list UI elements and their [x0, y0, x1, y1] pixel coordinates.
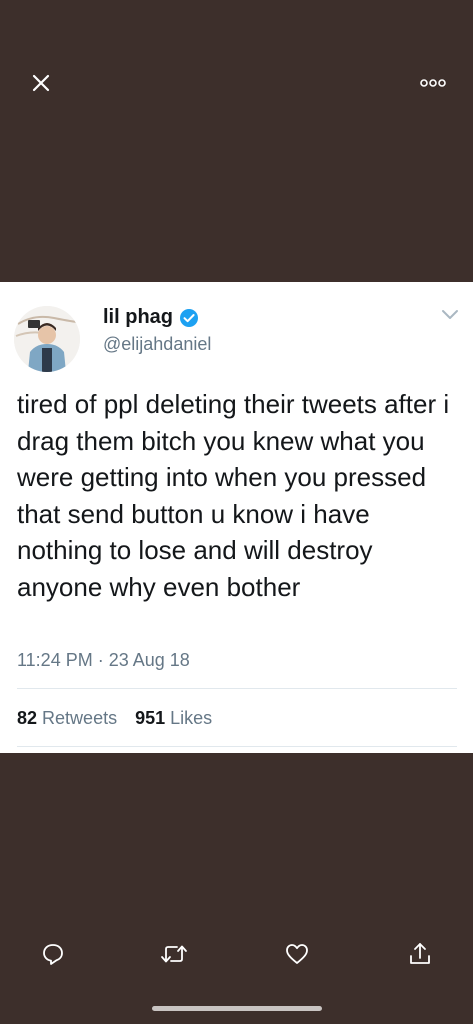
share-button[interactable] — [402, 936, 438, 972]
divider — [17, 688, 457, 689]
tweet-text: tired of ppl deleting their tweets after… — [17, 389, 450, 602]
share-icon — [410, 943, 430, 964]
tweet-options-button[interactable] — [440, 306, 460, 322]
heart-icon — [286, 944, 308, 964]
reply-icon — [43, 944, 63, 965]
action-bar — [0, 936, 473, 972]
chevron-down-icon — [442, 310, 458, 319]
tweet-timestamp: 11:24 PM · 23 Aug 18 — [17, 650, 190, 670]
close-icon — [32, 74, 50, 92]
divider — [17, 746, 457, 747]
user-handle[interactable]: @elijahdaniel — [103, 334, 211, 355]
like-count: 951 — [135, 708, 166, 728]
more-options-icon — [420, 79, 446, 87]
display-name[interactable]: lil phag — [103, 306, 199, 329]
avatar-photo — [14, 306, 80, 372]
tweet-card: lil phag @elijahdaniel tired of ppl dele… — [0, 282, 473, 753]
retweet-count: 82 — [17, 708, 38, 728]
home-indicator[interactable] — [152, 1006, 322, 1011]
engagement-stats: 82 Retweets 951 Likes — [17, 708, 212, 729]
retweet-label: Retweets — [42, 708, 118, 728]
likes-stat[interactable]: 951 Likes — [135, 708, 212, 729]
retweet-icon — [161, 945, 187, 963]
retweets-stat[interactable]: 82 Retweets — [17, 708, 117, 729]
top-bar — [0, 0, 473, 120]
close-button[interactable] — [26, 68, 56, 98]
more-options-button[interactable] — [418, 72, 448, 94]
like-label: Likes — [170, 708, 213, 728]
like-button[interactable] — [279, 936, 315, 972]
reply-button[interactable] — [35, 936, 71, 972]
avatar[interactable] — [14, 306, 80, 372]
retweet-button[interactable] — [156, 936, 192, 972]
verified-badge-icon — [180, 308, 198, 327]
display-name-text: lil phag — [103, 306, 173, 328]
